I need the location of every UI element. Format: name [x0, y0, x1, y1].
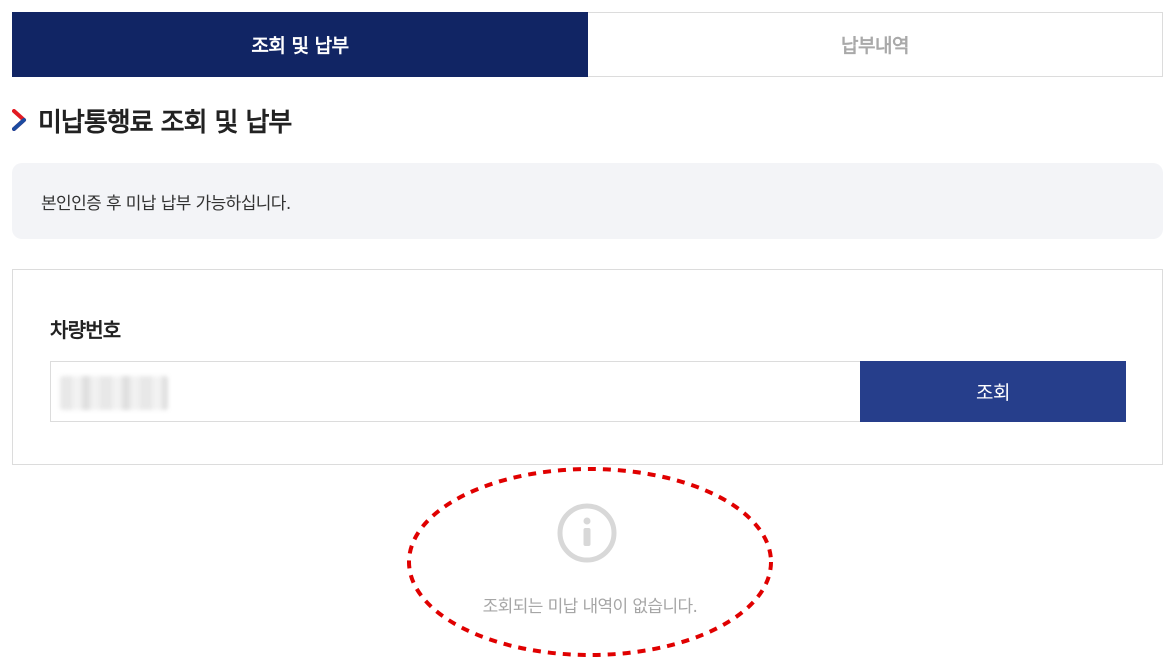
- empty-result: 조회되는 미납 내역이 없습니다.: [406, 466, 774, 658]
- search-button[interactable]: 조회: [860, 361, 1126, 422]
- notice-text: 본인인증 후 미납 납부 가능하십니다.: [41, 193, 291, 214]
- vehicle-search-form: 차량번호 조회: [12, 269, 1163, 465]
- vehicle-number-input[interactable]: [50, 361, 861, 422]
- empty-message: 조회되는 미납 내역이 없습니다.: [482, 597, 698, 617]
- tab-payment-history[interactable]: 납부내역: [588, 12, 1163, 77]
- info-circle-icon: [557, 503, 617, 563]
- tab-inquiry-payment[interactable]: 조회 및 납부: [12, 12, 588, 77]
- chevron-right-icon: [12, 109, 26, 131]
- page-title: 미납통행료 조회 및 납부: [38, 107, 292, 138]
- section-header: 미납통행료 조회 및 납부: [12, 100, 292, 140]
- notice-box: 본인인증 후 미납 납부 가능하십니다.: [12, 163, 1163, 239]
- vehicle-number-label: 차량번호: [50, 318, 121, 342]
- tab-bar: 조회 및 납부 납부내역: [12, 12, 1163, 77]
- redacted-plate-number: [60, 376, 168, 410]
